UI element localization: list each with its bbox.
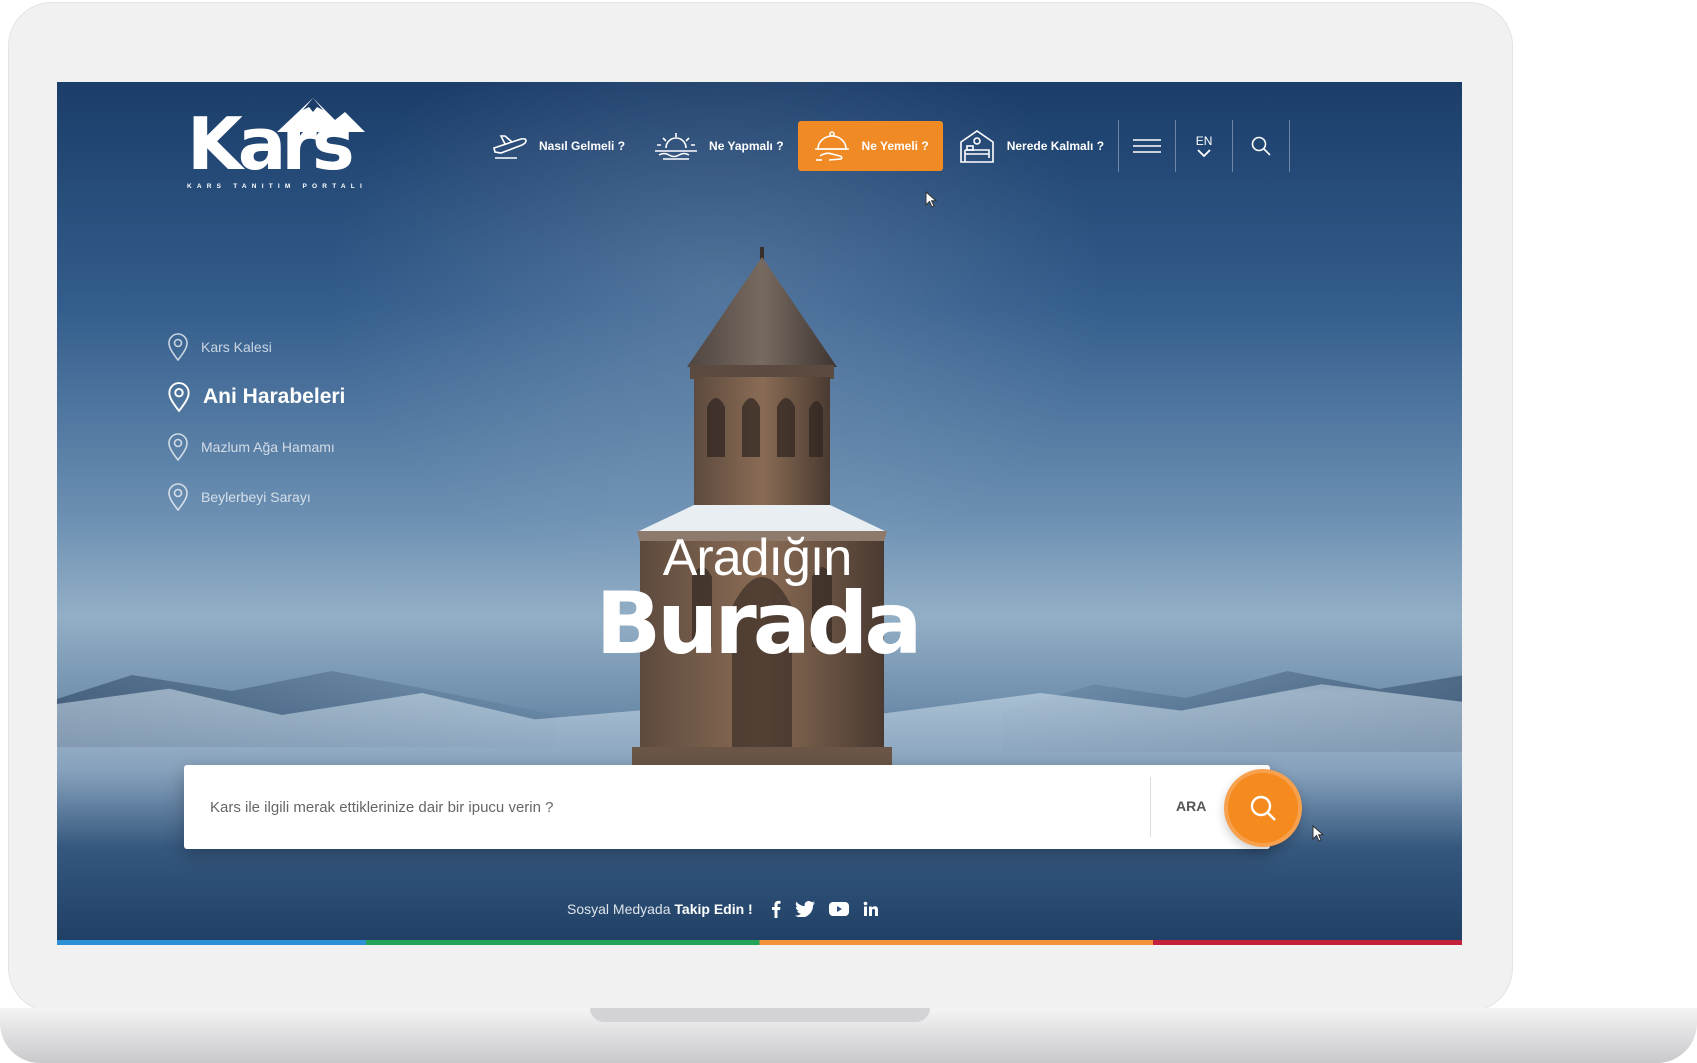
- sunset-icon: [655, 133, 698, 160]
- hotel-bed-icon: [959, 130, 994, 163]
- location-label: Ani Harabeleri: [203, 385, 346, 408]
- location-item[interactable]: Beylerbeyi Sarayı: [167, 472, 345, 522]
- nav-divider: [1289, 120, 1291, 172]
- pointer-cursor-icon: [925, 190, 938, 208]
- location-item-active[interactable]: Ani Harabeleri: [167, 372, 345, 422]
- main-nav: Nasıl Gelmeli ? Ne Yapmalı ? Ne Yemeli ?: [477, 120, 1291, 172]
- language-label: EN: [1195, 134, 1213, 148]
- nav-item-nerede-kalmali[interactable]: Nerede Kalmalı ?: [943, 121, 1118, 171]
- nav-item-ne-yemeli[interactable]: Ne Yemeli ?: [797, 121, 943, 171]
- search-icon: [1250, 795, 1276, 821]
- ani-church-image: [612, 247, 912, 807]
- location-label: Beylerbeyi Sarayı: [201, 489, 311, 505]
- nav-item-nasil-gelmeli[interactable]: Nasıl Gelmeli ?: [477, 121, 639, 171]
- hero-headline: Aradığın Burada: [497, 532, 1017, 674]
- map-pin-icon: [168, 382, 190, 412]
- nav-label: Ne Yemeli ?: [861, 139, 929, 153]
- social-prefix: Sosyal Medyada: [567, 901, 671, 917]
- search-input[interactable]: [210, 765, 1160, 849]
- search-icon: [1251, 136, 1271, 156]
- hero-line-2: Burada: [595, 574, 923, 674]
- map-pin-icon: [168, 483, 188, 511]
- chevron-down-icon: [1197, 149, 1211, 157]
- nav-label: Ne Yapmalı ?: [709, 139, 784, 153]
- search-divider: [1150, 777, 1151, 837]
- pointer-cursor-icon: [1312, 824, 1325, 842]
- hero-search-bar: ARA: [184, 765, 1302, 849]
- social-icons: [771, 900, 879, 918]
- menu-button[interactable]: [1119, 120, 1175, 172]
- search-submit-button[interactable]: [1224, 769, 1302, 847]
- laptop-notch: [590, 1008, 930, 1022]
- airplane-icon: [493, 135, 527, 159]
- location-label: Kars Kalesi: [201, 339, 272, 355]
- social-follow: Sosyal Medyada Takip Edin !: [567, 900, 879, 918]
- nav-label: Nasıl Gelmeli ?: [539, 139, 626, 153]
- map-pin-icon: [168, 433, 188, 461]
- logo-wordmark: Kars: [187, 102, 355, 186]
- location-item[interactable]: Mazlum Ağa Hamamı: [167, 422, 345, 472]
- language-selector[interactable]: EN: [1176, 120, 1232, 172]
- food-cloche-icon: [814, 131, 849, 161]
- website-screen: Kars KARS TANITIM PORTALI Nasıl Gelmeli …: [57, 82, 1462, 945]
- map-pin-icon: [168, 333, 188, 361]
- hamburger-menu-icon: [1133, 139, 1162, 153]
- social-text: Sosyal Medyada Takip Edin !: [567, 901, 753, 917]
- twitter-icon[interactable]: [794, 901, 815, 917]
- nav-search-button[interactable]: [1233, 120, 1289, 172]
- social-cta: Takip Edin !: [674, 901, 753, 917]
- color-stripe: [57, 940, 1462, 945]
- location-list: Kars Kalesi Ani Harabeleri Mazlum Ağa Ha…: [167, 322, 345, 522]
- nav-item-ne-yapmali[interactable]: Ne Yapmalı ?: [639, 121, 797, 171]
- linkedin-icon[interactable]: [863, 901, 879, 917]
- youtube-icon[interactable]: [828, 902, 849, 916]
- search-label[interactable]: ARA: [1176, 798, 1206, 814]
- kars-logo[interactable]: Kars KARS TANITIM PORTALI: [185, 94, 375, 194]
- location-item[interactable]: Kars Kalesi: [167, 322, 345, 372]
- location-label: Mazlum Ağa Hamamı: [201, 439, 335, 455]
- logo-tagline: KARS TANITIM PORTALI: [187, 183, 367, 190]
- facebook-icon[interactable]: [771, 900, 781, 918]
- nav-label: Nerede Kalmalı ?: [1006, 139, 1105, 153]
